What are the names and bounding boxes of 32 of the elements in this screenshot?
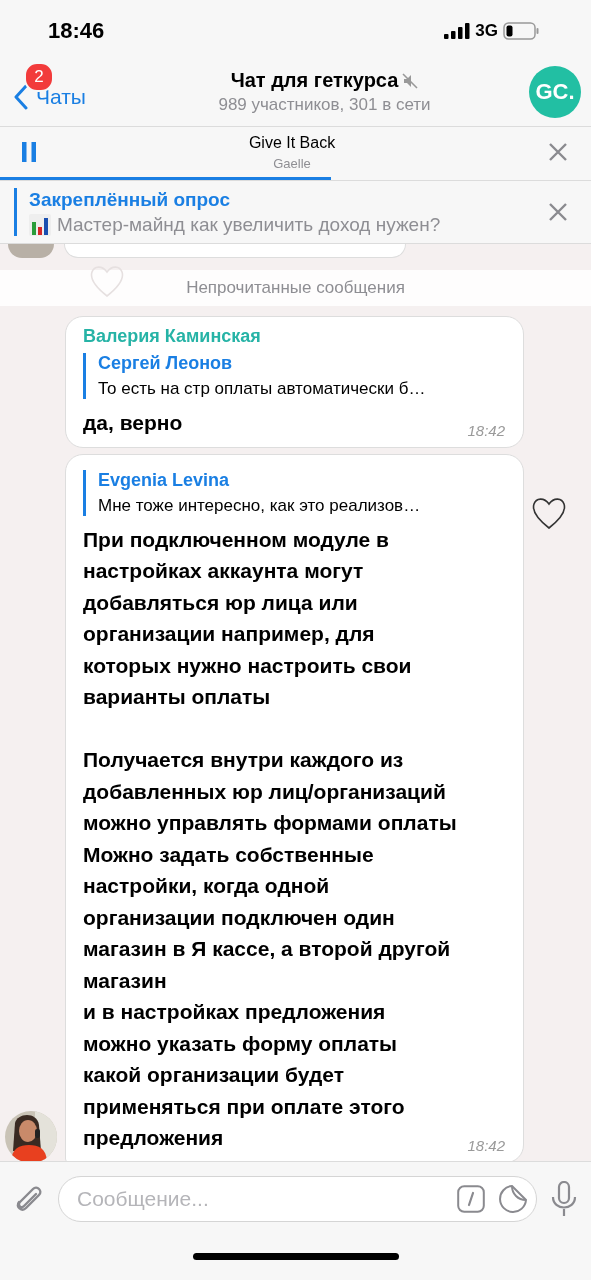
command-icon[interactable] [457, 1185, 485, 1213]
pinned-label: Закреплённый опрос [29, 188, 231, 211]
battery-icon [503, 22, 539, 40]
message-text: да, верно [83, 410, 183, 436]
signal-icon [444, 23, 471, 39]
pinned-poll-text[interactable]: Мастер-майнд как увеличить доход нужен? [57, 213, 441, 236]
message-field[interactable]: Сообщение... [58, 1176, 537, 1222]
bar-chart-icon [29, 213, 51, 236]
close-icon[interactable] [548, 142, 568, 162]
message-time: 18:42 [467, 1136, 505, 1154]
pause-button[interactable] [22, 142, 36, 162]
sender-name[interactable]: Валерия Каминская [83, 326, 507, 347]
chat-avatar[interactable]: GC. [529, 66, 581, 118]
track-title: Give It Back [248, 133, 336, 152]
message-time: 18:42 [467, 421, 505, 439]
track-artist: Gaelle [273, 155, 311, 171]
reply-author: Сергей Леонов [98, 353, 234, 374]
reply-author: Evgenia Levina [98, 469, 231, 491]
avatar [8, 244, 54, 258]
reply-quote[interactable]: Сергей Леонов То есть на стр оплаты автоматически б… [83, 353, 507, 399]
clock-time: 18:46 [48, 18, 105, 44]
chat-title: Чат для геткурса [230, 69, 399, 92]
reply-text: То есть на стр оплаты автоматически б… [98, 379, 427, 399]
reply-quote[interactable]: Evgenia Levina Мне тоже интересно, как это реализов… [83, 469, 507, 516]
sticker-icon[interactable] [499, 1185, 527, 1213]
microphone-icon[interactable] [551, 1181, 577, 1217]
reply-text: Мне тоже интересно, как это реализов… [98, 495, 422, 516]
network-type: 3G [475, 21, 498, 41]
back-icon [14, 84, 28, 110]
close-icon[interactable] [548, 202, 568, 222]
message-text: При подключенном модуле в настройках аккаунта могут добавляться юр лица или организации например, для которых нужно настроить свои варианты оплаты Получается внутри каждого из добавленных юр лиц/организаций можно управлять формами оплаты Можно задать собственные настройки, когда одной организации подключен один магазин в Я кассе, а второй другой магазин и в настройках предложения можно указать форму оплаты какой организации будет применяться при оплате этого предложения [83, 526, 457, 1151]
chat-subtitle: 989 участников, 301 в сети [218, 95, 431, 115]
